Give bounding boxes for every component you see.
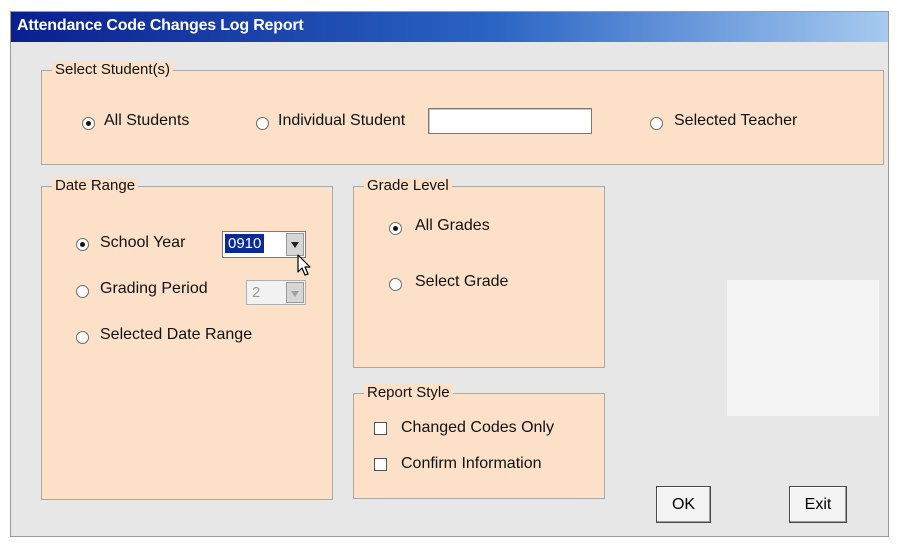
chevron-down-icon[interactable]: [286, 282, 304, 303]
grading-period-select[interactable]: 2: [246, 280, 306, 305]
all-grades-label[interactable]: All Grades: [415, 216, 490, 236]
report-style-legend: Report Style: [364, 384, 453, 402]
changed-codes-only-checkbox[interactable]: [374, 422, 387, 435]
all-students-radio[interactable]: [82, 117, 95, 130]
school-year-radio[interactable]: [76, 238, 89, 251]
grade-level-legend: Grade Level: [364, 177, 452, 195]
selected-date-range-radio[interactable]: [76, 331, 89, 344]
all-students-label[interactable]: All Students: [104, 111, 189, 131]
grading-period-radio[interactable]: [76, 285, 89, 298]
school-year-label[interactable]: School Year: [100, 233, 185, 253]
grade-level-group: Grade Level All Grades Select Grade: [353, 177, 605, 368]
chevron-down-icon[interactable]: [286, 233, 304, 256]
select-students-legend: Select Student(s): [52, 61, 174, 79]
exit-button[interactable]: Exit: [789, 486, 847, 523]
selected-teacher-label[interactable]: Selected Teacher: [674, 111, 797, 131]
individual-student-label[interactable]: Individual Student: [278, 111, 405, 131]
date-range-legend: Date Range: [52, 177, 139, 195]
school-year-select[interactable]: 0910: [222, 231, 306, 258]
select-grade-label[interactable]: Select Grade: [415, 272, 508, 292]
all-grades-radio[interactable]: [389, 222, 402, 235]
selected-date-range-label[interactable]: Selected Date Range: [100, 325, 252, 345]
report-window: Attendance Code Changes Log Report Selec…: [10, 11, 889, 537]
select-grade-radio[interactable]: [389, 278, 402, 291]
confirm-information-checkbox[interactable]: [374, 458, 387, 471]
ok-button[interactable]: OK: [656, 486, 711, 523]
window-title: Attendance Code Changes Log Report: [17, 17, 304, 34]
individual-student-input[interactable]: [428, 108, 592, 134]
title-bar[interactable]: Attendance Code Changes Log Report: [11, 12, 888, 42]
individual-student-radio[interactable]: [256, 117, 269, 130]
date-range-group: Date Range School Year 0910 Grading Peri…: [41, 177, 333, 500]
school-year-value: 0910: [225, 234, 265, 253]
changed-codes-only-label[interactable]: Changed Codes Only: [401, 418, 554, 438]
selected-teacher-radio[interactable]: [650, 117, 663, 130]
confirm-information-label[interactable]: Confirm Information: [401, 454, 542, 474]
grading-period-label[interactable]: Grading Period: [100, 279, 208, 299]
select-students-group: Select Student(s) All Students Individua…: [41, 61, 884, 165]
blank-panel: [727, 280, 879, 416]
arrow-cursor-icon: [297, 254, 311, 276]
grading-period-value: 2: [252, 284, 261, 301]
report-style-group: Report Style Changed Codes Only Confirm …: [353, 384, 605, 499]
